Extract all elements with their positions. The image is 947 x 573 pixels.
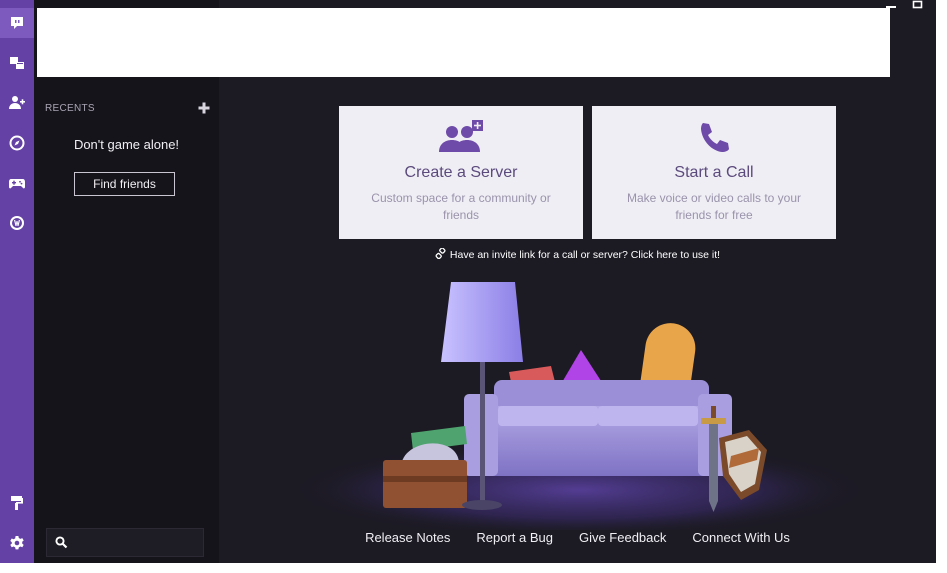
phone-icon — [701, 123, 729, 152]
search-box[interactable] — [46, 528, 204, 557]
rail-discover-button[interactable] — [0, 128, 34, 158]
recents-header: RECENTS — [45, 101, 215, 117]
paint-roller-icon — [11, 496, 23, 510]
purple-triangle — [561, 350, 603, 384]
sword-blade — [709, 423, 718, 501]
lamp-base — [462, 500, 502, 510]
rail-servers-button[interactable] — [0, 48, 34, 78]
rail-games-button[interactable] — [0, 168, 34, 198]
create-server-card[interactable]: Create a Server Custom space for a commu… — [339, 106, 583, 239]
rail-friends-button[interactable] — [0, 88, 34, 118]
create-server-icon — [439, 120, 483, 152]
find-friends-button[interactable]: Find friends — [74, 172, 175, 196]
create-server-title: Create a Server — [404, 164, 518, 181]
report-bug-link[interactable]: Report a Bug — [476, 530, 553, 545]
gamepad-icon — [9, 179, 25, 189]
start-call-card[interactable]: Start a Call Make voice or video calls t… — [592, 106, 836, 239]
plus-icon[interactable] — [197, 101, 211, 115]
connect-with-us-link[interactable]: Connect With Us — [692, 530, 790, 545]
footer-links: Release Notes Report a Bug Give Feedback… — [219, 530, 936, 545]
compass-icon — [9, 135, 25, 151]
couch-cushion-left — [498, 406, 598, 426]
search-icon — [55, 536, 68, 549]
icon-rail — [0, 0, 34, 563]
rail-theme-button[interactable] — [0, 488, 34, 518]
start-call-description: Make voice or video calls to your friend… — [626, 191, 802, 222]
rail-curse-button[interactable] — [0, 208, 34, 238]
empty-recents-message: Don't game alone! — [73, 137, 180, 152]
gear-icon — [10, 536, 24, 550]
curse-logo-icon — [10, 216, 24, 230]
start-call-title: Start a Call — [674, 164, 754, 181]
rail-chat-button[interactable] — [0, 8, 34, 38]
give-feedback-link[interactable]: Give Feedback — [579, 530, 666, 545]
rail-settings-button[interactable] — [0, 528, 34, 558]
couch-cushion-right — [598, 406, 698, 426]
wooden-basket — [383, 460, 467, 508]
main-content: Create a Server Custom space for a commu… — [219, 0, 936, 563]
top-blank-bar — [37, 8, 890, 77]
sword-hilt — [711, 406, 716, 418]
link-icon — [435, 247, 446, 260]
app-window: RECENTS Don't game alone! Find friends C… — [0, 0, 936, 563]
invite-link[interactable]: Have an invite link for a call or server… — [219, 247, 936, 261]
servers-icon — [10, 57, 24, 69]
create-server-description: Custom space for a community or friends — [371, 191, 551, 222]
release-notes-link[interactable]: Release Notes — [365, 530, 450, 545]
recents-title: RECENTS — [45, 103, 95, 114]
lamp-pole — [480, 360, 485, 505]
recents-sidebar: RECENTS Don't game alone! Find friends — [34, 0, 219, 563]
minimize-icon[interactable] — [884, 0, 898, 10]
invite-link-text: Have an invite link for a call or server… — [449, 249, 721, 261]
sword-guard — [701, 418, 726, 424]
search-input[interactable] — [73, 532, 201, 554]
maximize-icon[interactable] — [911, 0, 925, 10]
lamp-shade — [441, 282, 523, 362]
chat-bubble-icon — [11, 17, 23, 29]
living-room-illustration — [289, 282, 869, 530]
add-friend-icon — [9, 96, 25, 109]
basket-band — [383, 476, 467, 482]
